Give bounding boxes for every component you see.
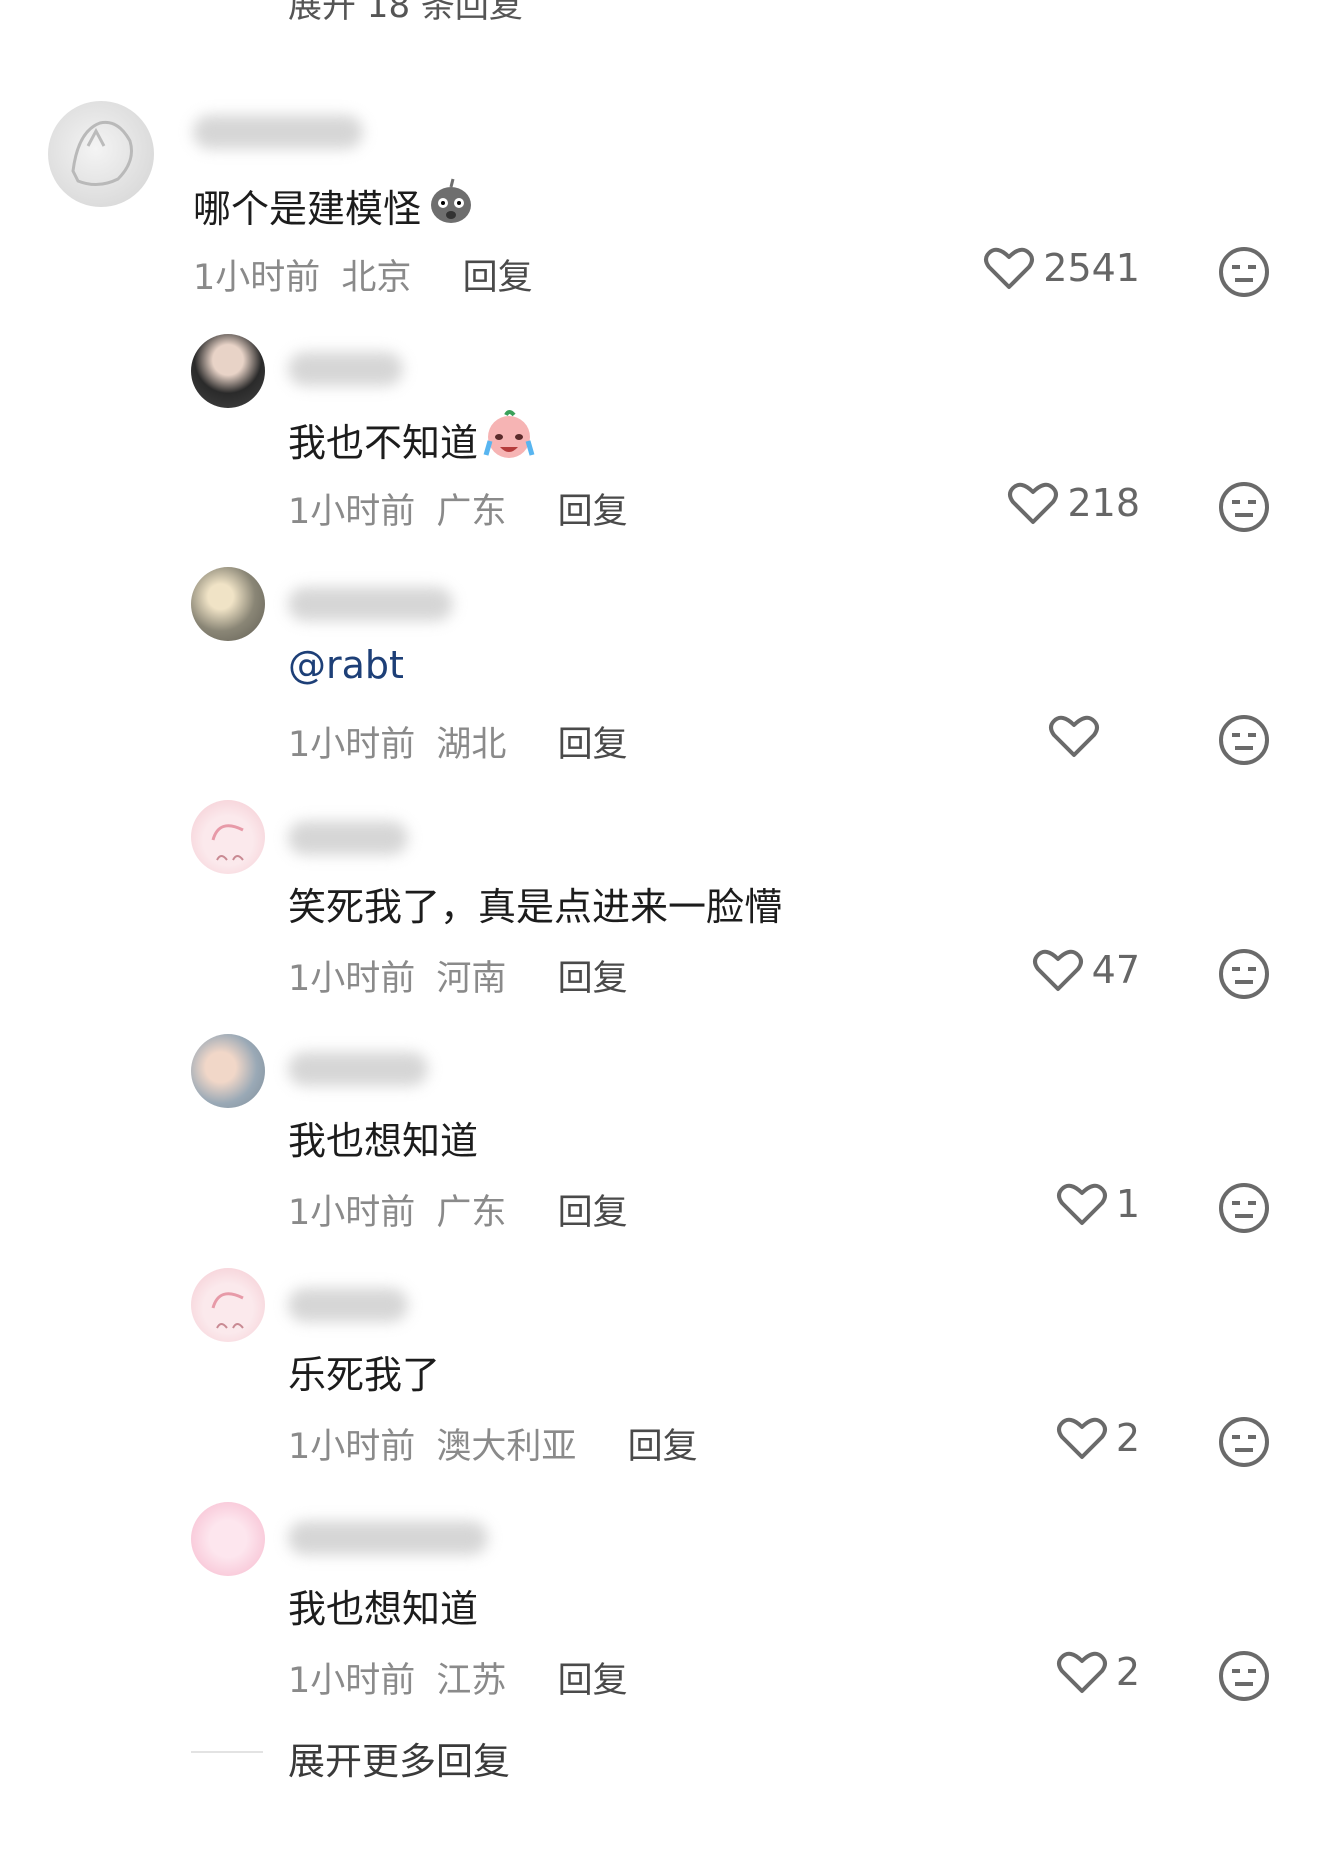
reply-button[interactable]: 回复: [628, 1427, 698, 1467]
like-button[interactable]: 2: [1056, 1415, 1140, 1461]
reply-button[interactable]: 回复: [558, 959, 628, 999]
region-label: 江苏: [436, 1661, 507, 1701]
comment-text: 我也想知道: [288, 1119, 479, 1163]
username-blurred[interactable]: [193, 115, 363, 149]
timestamp: 1小时前: [288, 1193, 416, 1233]
comment-meta: 1小时前 澳大利亚 回复: [288, 1418, 698, 1469]
comment-text: @rabt: [288, 643, 404, 687]
like-count: 47: [1091, 948, 1140, 992]
reply-button[interactable]: 回复: [558, 492, 628, 532]
neutral-face-icon[interactable]: [1218, 1416, 1270, 1468]
username-blurred[interactable]: [288, 1052, 428, 1086]
timestamp: 1小时前: [288, 492, 416, 532]
timestamp: 1小时前: [288, 1427, 416, 1467]
like-count: 2: [1115, 1650, 1140, 1694]
like-count: 218: [1067, 481, 1140, 525]
region-label: 河南: [436, 959, 507, 999]
like-count: 2: [1115, 1416, 1140, 1460]
heart-outline-icon: [1056, 1651, 1107, 1693]
like-button[interactable]: 2: [1056, 1649, 1140, 1695]
avatar[interactable]: [191, 800, 265, 874]
expand-replies-link[interactable]: 展开 18 条回复: [288, 0, 523, 27]
like-count: 2541: [1043, 246, 1140, 290]
like-button[interactable]: 2541: [983, 245, 1140, 291]
reply-button[interactable]: 回复: [558, 1661, 628, 1701]
timestamp: 1小时前: [288, 959, 416, 999]
comment-meta: 1小时前 广东 回复: [288, 1184, 628, 1235]
avatar[interactable]: [191, 1502, 265, 1576]
comment-meta: 1小时前 江苏 回复: [288, 1652, 628, 1703]
username-blurred[interactable]: [288, 1521, 488, 1555]
avatar[interactable]: [191, 567, 265, 641]
timestamp: 1小时前: [288, 1661, 416, 1701]
timestamp: 1小时前: [288, 725, 416, 765]
like-button[interactable]: [1048, 713, 1108, 759]
heart-outline-icon: [1032, 949, 1083, 991]
heart-outline-icon: [1008, 482, 1059, 524]
username-blurred[interactable]: [288, 821, 408, 855]
crying-emoji-icon: [482, 409, 536, 470]
comment-text: 笑死我了，真是点进来一脸懵: [288, 885, 783, 929]
heart-outline-icon: [1056, 1417, 1107, 1459]
reply-button[interactable]: 回复: [558, 1193, 628, 1233]
comment-meta: 1小时前 湖北 回复: [288, 716, 628, 767]
avatar[interactable]: [191, 1268, 265, 1342]
region-label: 湖北: [436, 725, 507, 765]
username-blurred[interactable]: [288, 352, 403, 386]
heart-outline-icon: [1056, 1183, 1107, 1225]
neutral-face-icon[interactable]: [1218, 1182, 1270, 1234]
reply-button[interactable]: 回复: [558, 725, 628, 765]
neutral-face-icon[interactable]: [1218, 1650, 1270, 1702]
emoji-icon: [425, 175, 477, 236]
comment-text: 我也想知道: [288, 1587, 479, 1631]
comment-text: 乐死我了: [288, 1353, 441, 1397]
avatar[interactable]: [191, 334, 265, 408]
reply-button[interactable]: 回复: [463, 258, 533, 298]
like-count: 1: [1115, 1182, 1140, 1226]
comment-text: 我也不知道: [288, 409, 536, 470]
heart-outline-icon: [984, 247, 1035, 289]
region-label: 广东: [436, 492, 507, 532]
username-blurred[interactable]: [288, 1288, 408, 1322]
avatar[interactable]: [48, 101, 154, 207]
comment-text: 哪个是建模怪: [193, 175, 477, 236]
neutral-face-icon[interactable]: [1218, 948, 1270, 1000]
username-blurred[interactable]: [288, 587, 453, 621]
comment-meta: 1小时前 河南 回复: [288, 950, 628, 1001]
region-label: 北京: [341, 258, 412, 298]
region-label: 澳大利亚: [436, 1427, 577, 1467]
neutral-face-icon[interactable]: [1218, 246, 1270, 298]
avatar[interactable]: [191, 1034, 265, 1108]
comment-meta: 1小时前 北京 回复: [193, 249, 533, 300]
region-label: 广东: [436, 1193, 507, 1233]
mention-link[interactable]: @rabt: [288, 643, 404, 687]
heart-outline-icon: [1049, 715, 1099, 757]
divider: [191, 1751, 263, 1753]
neutral-face-icon[interactable]: [1218, 714, 1270, 766]
expand-more-replies-button[interactable]: 展开更多回复: [288, 1731, 510, 1785]
timestamp: 1小时前: [193, 258, 321, 298]
like-button[interactable]: 218: [1007, 480, 1140, 526]
comment-meta: 1小时前 广东 回复: [288, 483, 628, 534]
like-button[interactable]: 1: [1056, 1181, 1140, 1227]
neutral-face-icon[interactable]: [1218, 481, 1270, 533]
like-button[interactable]: 47: [1032, 947, 1140, 993]
